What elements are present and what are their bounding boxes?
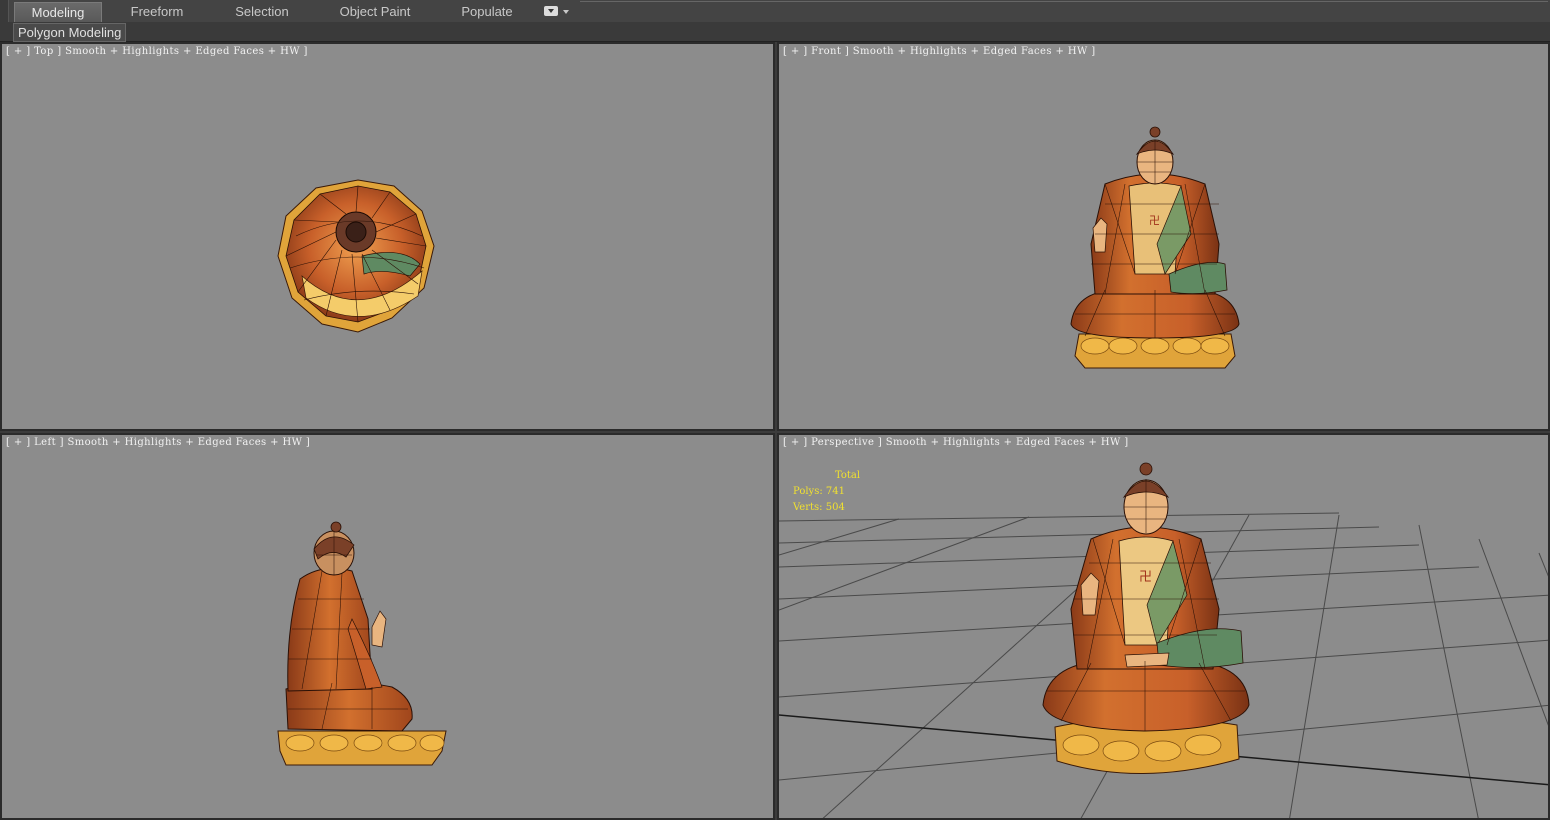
viewport-top[interactable]: [ + ] Top ] Smooth + Highlights + Edged … <box>0 42 775 431</box>
viewport-label-top[interactable]: [ + ] Top ] Smooth + Highlights + Edged … <box>6 46 308 57</box>
tab-object-paint[interactable]: Object Paint <box>326 2 424 21</box>
ribbon-tab-bar: Modeling Freeform Selection Object Paint… <box>0 0 1550 23</box>
viewport-label-front[interactable]: [ + ] Front ] Smooth + Highlights + Edge… <box>783 46 1096 57</box>
viewport-left[interactable]: [ + ] Left ] Smooth + Highlights + Edged… <box>0 433 775 820</box>
svg-text:卍: 卍 <box>1139 570 1152 585</box>
svg-text:卍: 卍 <box>1149 214 1160 227</box>
ribbon-divider <box>580 1 1548 2</box>
ribbon-panel: Polygon Modeling <box>0 22 1550 42</box>
buddha-model-left-view <box>277 521 447 766</box>
viewport-label-left[interactable]: [ + ] Left ] Smooth + Highlights + Edged… <box>6 437 310 448</box>
buddha-model-top-view <box>277 179 435 333</box>
polygon-modeling-button[interactable]: Polygon Modeling <box>13 23 127 42</box>
tab-selection[interactable]: Selection <box>216 2 308 21</box>
tab-populate[interactable]: Populate <box>444 2 530 21</box>
buddha-model-front-view: 卍 <box>1070 126 1240 369</box>
tab-modeling[interactable]: Modeling <box>14 2 102 22</box>
viewport-perspective[interactable]: [ + ] Perspective ] Smooth + Highlights … <box>777 433 1550 820</box>
ribbon-grip <box>0 0 9 22</box>
tab-freeform[interactable]: Freeform <box>112 2 202 21</box>
viewport-front[interactable]: [ + ] Front ] Smooth + Highlights + Edge… <box>777 42 1550 431</box>
ribbon-options-icon[interactable] <box>544 6 558 16</box>
chevron-down-icon[interactable] <box>563 10 569 14</box>
buddha-model-perspective-view: 卍 <box>1042 462 1250 774</box>
